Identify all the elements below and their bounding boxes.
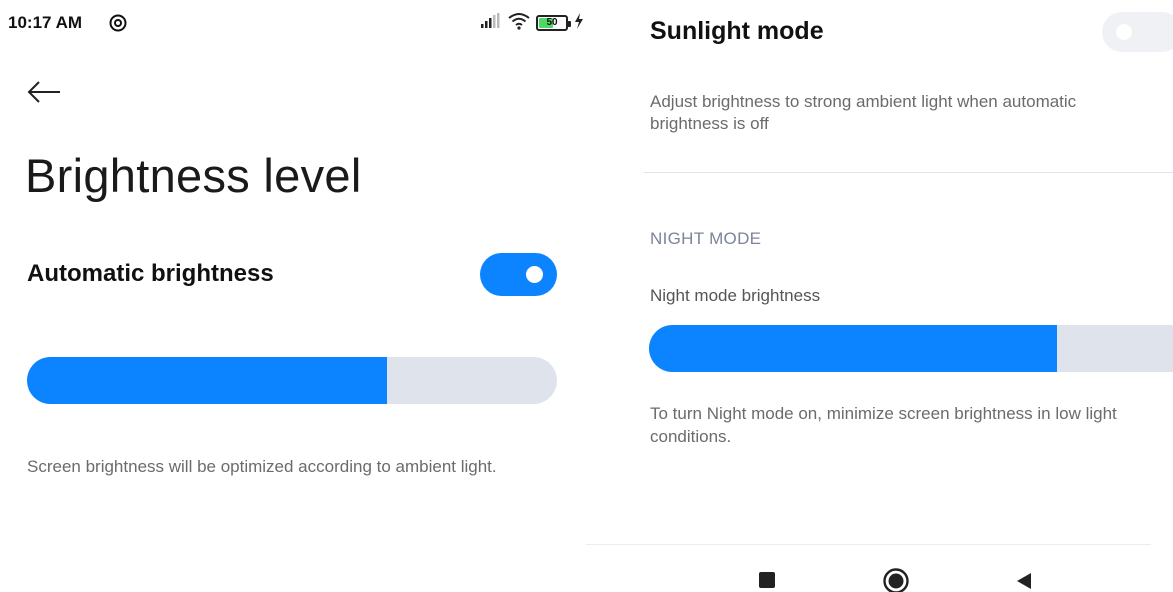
toggle-knob <box>1116 24 1132 40</box>
home-button[interactable] <box>882 567 910 592</box>
night-mode-slider-fill <box>649 325 1058 372</box>
toggle-knob <box>526 266 543 283</box>
signal-icon <box>480 12 502 34</box>
battery-level: 50 <box>546 17 558 28</box>
battery-icon: 50 <box>536 15 571 31</box>
brightness-settings-panel: 10:17 AM 50 Brightness level Automatic b… <box>0 0 586 592</box>
page-title: Brightness level <box>25 149 362 202</box>
alarm-icon <box>108 13 128 33</box>
nav-back-button[interactable] <box>1014 571 1034 591</box>
triangle-back-icon <box>1017 573 1031 589</box>
back-arrow-button[interactable] <box>26 74 68 110</box>
automatic-brightness-toggle[interactable] <box>480 253 557 296</box>
sunlight-mode-description: Adjust brightness to strong ambient ligh… <box>650 92 1077 133</box>
charging-icon <box>574 12 584 34</box>
navigation-bar <box>586 560 1173 592</box>
screen: 10:17 AM 50 Brightness level Automatic b… <box>0 0 1173 592</box>
status-icons: 50 <box>480 12 584 35</box>
night-mode-section-header: NIGHT MODE <box>650 229 762 248</box>
back-arrow-icon <box>27 81 60 103</box>
sunlight-mode-label: Sunlight mode <box>650 17 824 45</box>
automatic-brightness-label: Automatic brightness <box>27 260 274 287</box>
night-mode-brightness-slider[interactable] <box>649 325 1173 372</box>
status-bar: 10:17 AM 50 <box>8 12 584 34</box>
divider <box>644 172 1173 173</box>
wifi-icon <box>508 12 530 35</box>
sunlight-mode-toggle[interactable] <box>1102 12 1173 52</box>
automatic-brightness-description: Screen brightness will be optimized acco… <box>27 457 497 476</box>
circle-icon <box>883 568 909 592</box>
night-mode-description: To turn Night mode on, minimize screen b… <box>650 404 1117 446</box>
sunlight-night-panel: Sunlight mode Adjust brightness to stron… <box>586 0 1173 592</box>
navigation-divider <box>586 544 1151 545</box>
recent-apps-button[interactable] <box>759 572 775 588</box>
status-time: 10:17 AM <box>8 13 83 32</box>
night-mode-brightness-label: Night mode brightness <box>650 286 821 305</box>
brightness-slider[interactable] <box>27 357 557 404</box>
brightness-slider-fill <box>27 357 388 404</box>
